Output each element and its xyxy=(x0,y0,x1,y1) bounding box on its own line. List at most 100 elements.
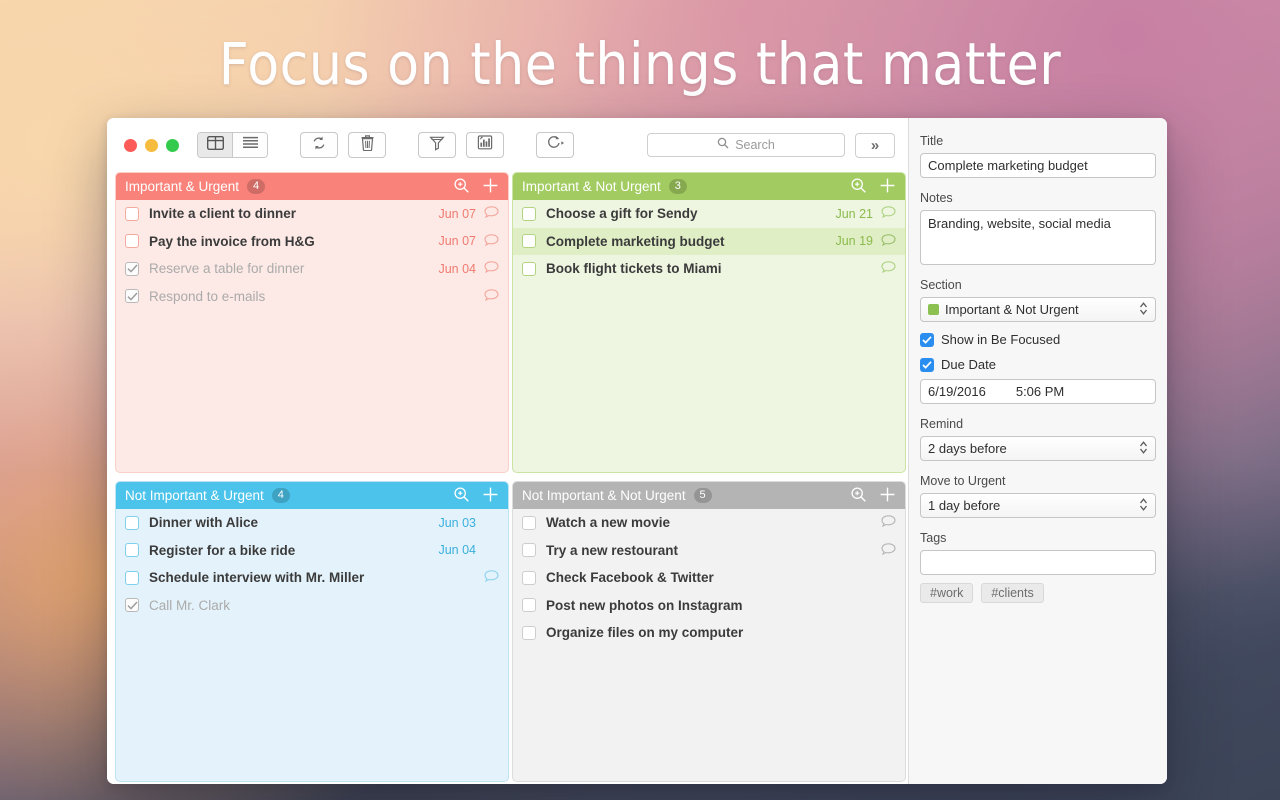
task-note-icon[interactable] xyxy=(881,542,896,558)
list-view-button[interactable] xyxy=(232,133,267,157)
task-row[interactable]: Dinner with Alice Jun 03 xyxy=(116,509,508,537)
tags-label: Tags xyxy=(920,531,947,545)
timer-button[interactable] xyxy=(536,132,574,158)
quadrant-count: 4 xyxy=(271,488,290,503)
quadrant-count: 3 xyxy=(668,179,687,194)
task-row[interactable]: Invite a client to dinner Jun 07 xyxy=(116,200,508,228)
view-mode-group xyxy=(197,132,268,158)
task-checkbox[interactable] xyxy=(125,206,139,221)
grid-view-button[interactable] xyxy=(198,133,232,157)
task-note-icon[interactable] xyxy=(484,261,499,276)
task-checkbox[interactable] xyxy=(125,261,139,276)
quadrant-header[interactable]: Not Important & Not Urgent 5 xyxy=(513,482,905,509)
task-row[interactable]: Post new photos on Instagram xyxy=(513,592,905,620)
tag-chip[interactable]: #work xyxy=(920,583,974,603)
traffic-lights xyxy=(124,138,179,152)
task-checkbox[interactable] xyxy=(522,543,536,558)
toolbar: Search » xyxy=(107,118,908,172)
title-field[interactable]: Complete marketing budget xyxy=(920,153,1156,178)
more-toolbar-button[interactable]: » xyxy=(855,132,895,158)
remind-select[interactable]: 2 days before xyxy=(920,436,1156,461)
notes-field[interactable]: Branding, website, social media xyxy=(920,210,1156,265)
move-to-urgent-select[interactable]: 1 day before xyxy=(920,493,1156,518)
show-in-be-focused-row[interactable]: Show in Be Focused xyxy=(920,332,1156,347)
minimize-button[interactable] xyxy=(145,138,158,152)
task-due-date: Jun 07 xyxy=(438,234,476,249)
task-note-icon[interactable] xyxy=(881,206,896,221)
task-row[interactable]: Schedule interview with Mr. Miller xyxy=(116,564,508,592)
quadrant-header[interactable]: Important & Urgent 4 xyxy=(116,173,508,200)
add-task-icon[interactable] xyxy=(482,486,499,506)
task-row[interactable]: Call Mr. Clark xyxy=(116,592,508,620)
zoom-quadrant-icon[interactable] xyxy=(850,486,867,506)
task-checkbox[interactable] xyxy=(522,234,536,249)
task-checkbox[interactable] xyxy=(522,625,536,640)
task-label: Choose a gift for Sendy xyxy=(546,206,698,222)
task-row[interactable]: Complete marketing budget Jun 19 xyxy=(513,227,905,255)
zoom-quadrant-icon[interactable] xyxy=(453,486,470,506)
task-checkbox[interactable] xyxy=(522,261,536,276)
task-checkbox[interactable] xyxy=(125,543,139,558)
move-to-urgent-value: 1 day before xyxy=(928,498,1001,513)
section-select[interactable]: Important & Not Urgent xyxy=(920,297,1156,322)
task-row[interactable]: Check Facebook & Twitter xyxy=(513,564,905,592)
show-in-be-focused-checkbox[interactable] xyxy=(920,332,934,347)
zoom-quadrant-icon[interactable] xyxy=(453,177,470,197)
task-checkbox[interactable] xyxy=(522,570,536,585)
add-task-icon[interactable] xyxy=(879,486,896,506)
tags-field[interactable] xyxy=(920,550,1156,575)
quadrant-task-list: Choose a gift for Sendy Jun 21 Complete … xyxy=(513,200,905,472)
quadrant-header[interactable]: Important & Not Urgent 3 xyxy=(513,173,905,200)
task-note-icon[interactable] xyxy=(881,233,896,249)
due-date-field[interactable]: 6/19/2016 5:06 PM xyxy=(920,379,1156,404)
task-row[interactable]: Pay the invoice from H&G Jun 07 xyxy=(116,228,508,256)
task-checkbox[interactable] xyxy=(125,515,139,530)
add-task-icon[interactable] xyxy=(879,177,896,197)
stepper-icon[interactable] xyxy=(1139,301,1148,319)
due-date-checkbox[interactable] xyxy=(920,357,934,372)
sync-button[interactable] xyxy=(300,132,338,158)
task-checkbox[interactable] xyxy=(522,598,536,613)
task-note-icon[interactable] xyxy=(881,515,896,530)
due-date-row[interactable]: Due Date xyxy=(920,357,1156,372)
task-note-icon[interactable] xyxy=(484,233,499,249)
task-row[interactable]: Reserve a table for dinner Jun 04 xyxy=(116,255,508,283)
quadrant-important-not-urgent: Important & Not Urgent 3 Choose a gift f… xyxy=(512,172,906,473)
stepper-icon[interactable] xyxy=(1139,440,1148,458)
quadrant-title: Important & Not Urgent xyxy=(522,179,661,194)
zoom-button[interactable] xyxy=(166,138,179,152)
trash-icon xyxy=(360,134,374,156)
stepper-icon[interactable] xyxy=(1139,497,1148,515)
task-note-icon[interactable] xyxy=(484,288,499,304)
remind-value: 2 days before xyxy=(928,441,1007,456)
task-row[interactable]: Watch a new movie xyxy=(513,509,905,537)
statistics-button[interactable] xyxy=(466,132,504,158)
task-checkbox[interactable] xyxy=(522,206,536,221)
add-task-icon[interactable] xyxy=(482,177,499,197)
zoom-quadrant-icon[interactable] xyxy=(850,177,867,197)
task-row[interactable]: Book flight tickets to Miami xyxy=(513,255,905,283)
task-note-icon[interactable] xyxy=(881,261,896,276)
task-due-date: Jun 04 xyxy=(438,543,476,558)
task-row[interactable]: Choose a gift for Sendy Jun 21 xyxy=(513,200,905,228)
task-checkbox[interactable] xyxy=(522,515,536,530)
task-note-icon[interactable] xyxy=(484,570,499,585)
task-row[interactable]: Try a new restourant xyxy=(513,537,905,565)
task-checkbox[interactable] xyxy=(125,598,139,613)
tag-chip[interactable]: #clients xyxy=(981,583,1044,603)
task-row[interactable]: Respond to e-mails xyxy=(116,283,508,311)
task-checkbox[interactable] xyxy=(125,289,139,304)
quadrant-header[interactable]: Not Important & Urgent 4 xyxy=(116,482,508,509)
search-input[interactable]: Search xyxy=(647,133,845,157)
task-checkbox[interactable] xyxy=(125,234,139,249)
task-note-icon[interactable] xyxy=(484,206,499,221)
show-in-be-focused-label: Show in Be Focused xyxy=(941,332,1061,347)
task-row[interactable]: Organize files on my computer xyxy=(513,619,905,647)
task-checkbox[interactable] xyxy=(125,570,139,585)
quadrant-task-list: Invite a client to dinner Jun 07 Pay the… xyxy=(116,200,508,472)
task-row[interactable]: Register for a bike ride Jun 04 xyxy=(116,537,508,565)
filter-button[interactable] xyxy=(418,132,456,158)
close-button[interactable] xyxy=(124,138,137,152)
quadrant-title: Not Important & Not Urgent xyxy=(522,488,686,503)
delete-button[interactable] xyxy=(348,132,386,158)
